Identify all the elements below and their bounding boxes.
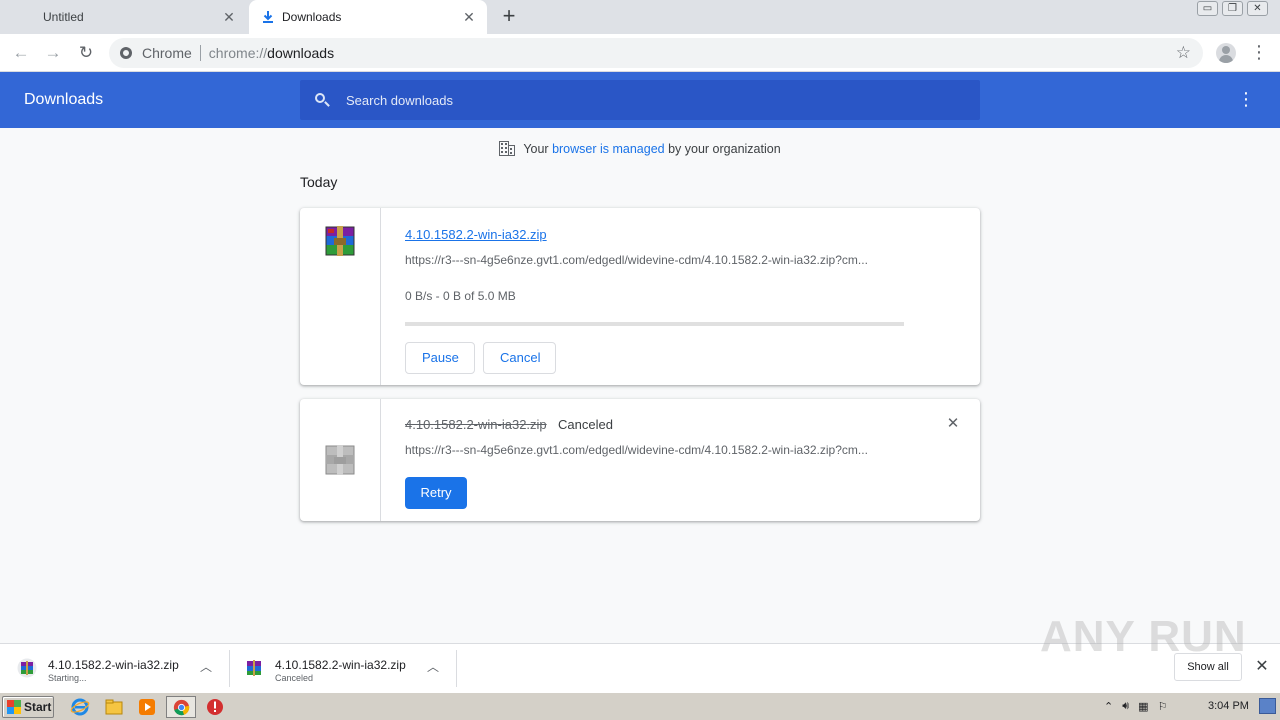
winrar-archive-icon bbox=[325, 226, 355, 256]
more-actions-button[interactable]: ⋮ bbox=[1236, 88, 1256, 112]
action-center-flag-icon[interactable]: ⚐ bbox=[1158, 700, 1168, 713]
file-url[interactable]: https://r3---sn-4g5e6nze.gvt1.com/edgedl… bbox=[405, 443, 905, 457]
file-explorer-icon[interactable] bbox=[104, 697, 124, 717]
window-close-button[interactable]: ✕ bbox=[1247, 1, 1268, 16]
volume-icon[interactable]: 🔊︎ bbox=[1122, 700, 1129, 713]
shelf-file-status: Canceled bbox=[275, 673, 314, 683]
profile-avatar-icon[interactable] bbox=[1216, 43, 1236, 63]
managed-prefix: Your bbox=[523, 142, 553, 156]
address-bar[interactable]: Chrome chrome://downloads ☆ bbox=[109, 38, 1203, 68]
new-tab-button[interactable]: + bbox=[498, 5, 520, 28]
tab-title: Untitled bbox=[43, 10, 84, 24]
taskbar-clock[interactable]: 3:04 PM bbox=[1208, 700, 1249, 712]
progress-status: 0 B/s - 0 B of 5.0 MB bbox=[405, 289, 516, 303]
file-url[interactable]: https://r3---sn-4g5e6nze.gvt1.com/edgedl… bbox=[405, 253, 905, 267]
file-name-link[interactable]: 4.10.1582.2-win-ia32.zip bbox=[405, 417, 547, 432]
forward-button[interactable]: → bbox=[40, 40, 66, 66]
managed-notice: Your browser is managed by your organiza… bbox=[0, 141, 1280, 156]
network-icon[interactable]: ▦ bbox=[1138, 700, 1148, 713]
chrome-icon bbox=[173, 699, 190, 716]
winrar-archive-icon bbox=[17, 658, 37, 678]
progress-bar bbox=[405, 322, 904, 326]
security-alert-icon[interactable] bbox=[205, 697, 225, 717]
winrar-archive-icon bbox=[325, 445, 355, 475]
browser-toolbar: ← → ↻ Chrome chrome://downloads ☆ bbox=[0, 34, 1280, 72]
back-button[interactable]: ← bbox=[8, 40, 34, 66]
download-card: 4.10.1582.2-win-ia32.zip https://r3---sn… bbox=[300, 208, 980, 385]
omnibox-divider bbox=[199, 45, 201, 61]
url-host: downloads bbox=[267, 45, 335, 61]
restore-button[interactable]: ❐ bbox=[1222, 1, 1243, 16]
pause-button[interactable]: Pause bbox=[405, 342, 475, 374]
shelf-file-name: 4.10.1582.2-win-ia32.zip bbox=[275, 658, 406, 672]
close-icon[interactable]: ✕ bbox=[461, 9, 477, 25]
tab-untitled[interactable]: Untitled ✕ bbox=[0, 0, 247, 34]
chrome-menu-button[interactable]: ⋮ bbox=[1250, 40, 1268, 66]
search-input[interactable] bbox=[346, 88, 946, 112]
start-label: Start bbox=[24, 700, 52, 714]
download-icon bbox=[263, 11, 273, 23]
chevron-up-icon[interactable]: ︿ bbox=[425, 659, 441, 675]
bookmark-star-icon[interactable]: ☆ bbox=[1176, 43, 1191, 63]
start-button[interactable]: Start bbox=[2, 696, 54, 718]
download-card: 4.10.1582.2-win-ia32.zip Canceled https:… bbox=[300, 399, 980, 521]
remove-from-list-icon[interactable]: ✕ bbox=[945, 416, 961, 432]
tab-title: Downloads bbox=[282, 10, 342, 24]
download-status: Canceled bbox=[558, 417, 613, 432]
close-shelf-icon[interactable]: ✕ bbox=[1253, 657, 1271, 677]
close-icon[interactable]: ✕ bbox=[221, 9, 237, 25]
date-section-label: Today bbox=[300, 174, 338, 190]
tray-expand-icon[interactable]: ⌃ bbox=[1104, 700, 1113, 713]
cancel-button[interactable]: Cancel bbox=[483, 342, 556, 374]
winrar-archive-icon bbox=[247, 660, 261, 676]
show-all-button[interactable]: Show all bbox=[1174, 653, 1242, 681]
chevron-up-icon[interactable]: ︿ bbox=[198, 659, 214, 675]
shelf-item[interactable]: 4.10.1582.2-win-ia32.zip Canceled ︿ bbox=[229, 650, 457, 687]
origin-chip: Chrome bbox=[142, 45, 192, 61]
file-name-link[interactable]: 4.10.1582.2-win-ia32.zip bbox=[405, 227, 547, 242]
windows-taskbar: Start ⌃ 🔊︎ ▦ ⚐ 3:04 PM bbox=[0, 692, 1280, 720]
search-icon bbox=[314, 92, 330, 108]
media-player-icon[interactable] bbox=[137, 697, 157, 717]
shelf-item[interactable]: 4.10.1582.2-win-ia32.zip Starting... ︿ bbox=[2, 650, 230, 687]
downloads-header: Downloads ⋮ bbox=[0, 72, 1280, 128]
show-desktop-button[interactable] bbox=[1259, 698, 1276, 714]
shelf-file-status: Starting... bbox=[48, 673, 87, 683]
tab-strip: Untitled ✕ Downloads ✕ + ▭ ❐ ✕ bbox=[0, 0, 1280, 34]
minimize-button[interactable]: ▭ bbox=[1197, 1, 1218, 16]
managed-suffix: by your organization bbox=[664, 142, 781, 156]
tab-downloads[interactable]: Downloads ✕ bbox=[249, 0, 487, 34]
card-icon-column bbox=[300, 399, 381, 521]
page-title: Downloads bbox=[24, 91, 104, 108]
chrome-page-icon bbox=[120, 47, 132, 59]
windows-logo-icon bbox=[7, 700, 21, 714]
card-icon-column bbox=[300, 208, 381, 385]
retry-button[interactable]: Retry bbox=[405, 477, 467, 509]
chrome-taskbar-button[interactable] bbox=[166, 696, 196, 718]
internet-explorer-icon[interactable] bbox=[70, 697, 90, 717]
reload-button[interactable]: ↻ bbox=[73, 40, 99, 66]
url-scheme: chrome:// bbox=[208, 45, 268, 61]
managed-link[interactable]: browser is managed bbox=[552, 142, 665, 156]
shelf-file-name: 4.10.1582.2-win-ia32.zip bbox=[48, 658, 179, 672]
building-icon bbox=[499, 141, 516, 156]
window-controls: ▭ ❐ ✕ bbox=[1197, 1, 1268, 16]
search-box[interactable] bbox=[300, 80, 980, 120]
